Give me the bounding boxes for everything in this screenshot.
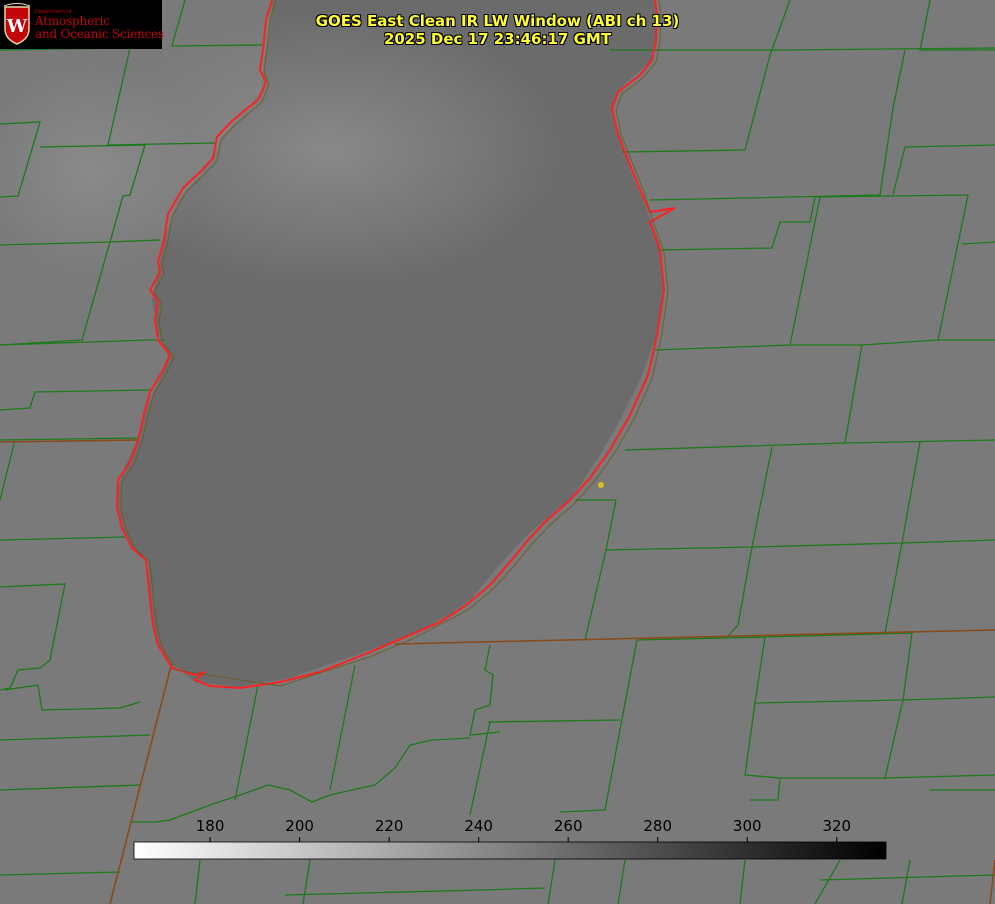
satellite-image-viewer: 180 200 220 240 260 280 300 320 W Department of…	[0, 0, 995, 904]
image-timestamp: 2025 Dec 17 23:46:17 GMT	[383, 30, 612, 48]
station-marker	[598, 482, 604, 488]
colorbar-tick-label: 180	[196, 817, 225, 835]
colorbar-tick-label: 260	[554, 817, 583, 835]
colorbar-tick-label: 240	[464, 817, 493, 835]
colorbar-gradient	[133, 841, 887, 860]
colorbar-tick-label: 220	[375, 817, 404, 835]
colorbar-tick-label: 280	[643, 817, 672, 835]
image-title: GOES East Clean IR LW Window (ABI ch 13)	[315, 12, 680, 30]
colorbar-tick-label: 300	[733, 817, 762, 835]
map-canvas: 180 200 220 240 260 280 300 320	[0, 0, 995, 904]
colorbar-tick-label: 200	[285, 817, 314, 835]
colorbar-tick-label: 320	[822, 817, 851, 835]
